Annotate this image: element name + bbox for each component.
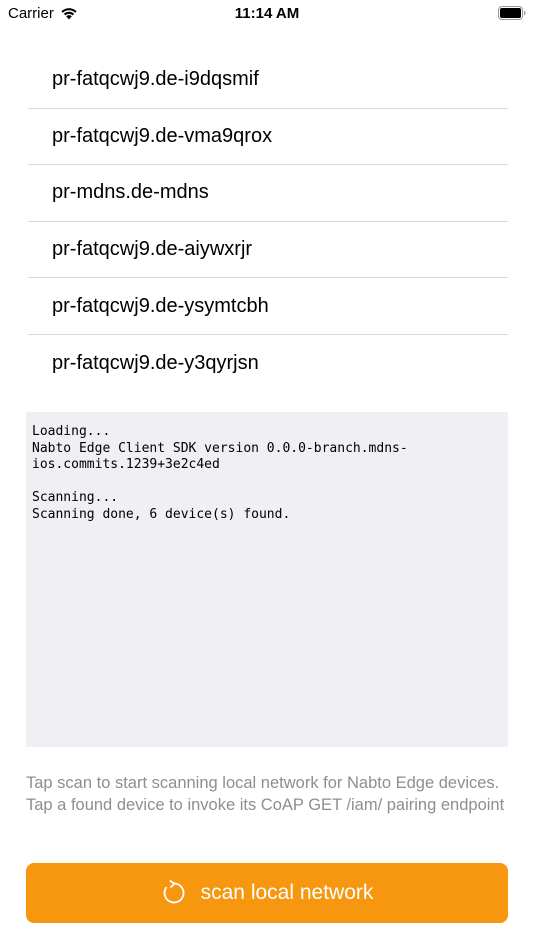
- scan-button-label: scan local network: [200, 881, 374, 904]
- scan-local-network-button[interactable]: scan local network: [26, 863, 508, 923]
- device-name: pr-fatqcwj9.de-aiywxrjr: [52, 238, 253, 261]
- device-row[interactable]: pr-fatqcwj9.de-i9dqsmif: [28, 52, 508, 109]
- device-name: pr-mdns.de-mdns: [52, 181, 209, 204]
- device-name: pr-fatqcwj9.de-ysymtcbh: [52, 294, 269, 317]
- battery-icon: [498, 6, 526, 20]
- device-row[interactable]: pr-fatqcwj9.de-ysymtcbh: [28, 278, 508, 335]
- device-row[interactable]: pr-fatqcwj9.de-vma9qrox: [28, 109, 508, 166]
- refresh-icon: [163, 880, 185, 904]
- device-row[interactable]: pr-mdns.de-mdns: [28, 165, 508, 222]
- device-name: pr-fatqcwj9.de-i9dqsmif: [52, 68, 259, 91]
- device-row[interactable]: pr-fatqcwj9.de-y3qyrjsn: [28, 335, 508, 392]
- log-output[interactable]: Loading... Nabto Edge Client SDK version…: [26, 412, 508, 747]
- device-name: pr-fatqcwj9.de-y3qyrjsn: [52, 351, 259, 374]
- device-row[interactable]: pr-fatqcwj9.de-aiywxrjr: [28, 222, 508, 279]
- device-name: pr-fatqcwj9.de-vma9qrox: [52, 124, 273, 147]
- status-time: 11:14 AM: [234, 5, 300, 22]
- help-text: Tap scan to start scanning local network…: [26, 774, 505, 814]
- device-list: pr-fatqcwj9.de-i9dqsmif pr-fatqcwj9.de-v…: [28, 52, 508, 392]
- status-bar: Carrier 11:14 AM: [0, 0, 534, 30]
